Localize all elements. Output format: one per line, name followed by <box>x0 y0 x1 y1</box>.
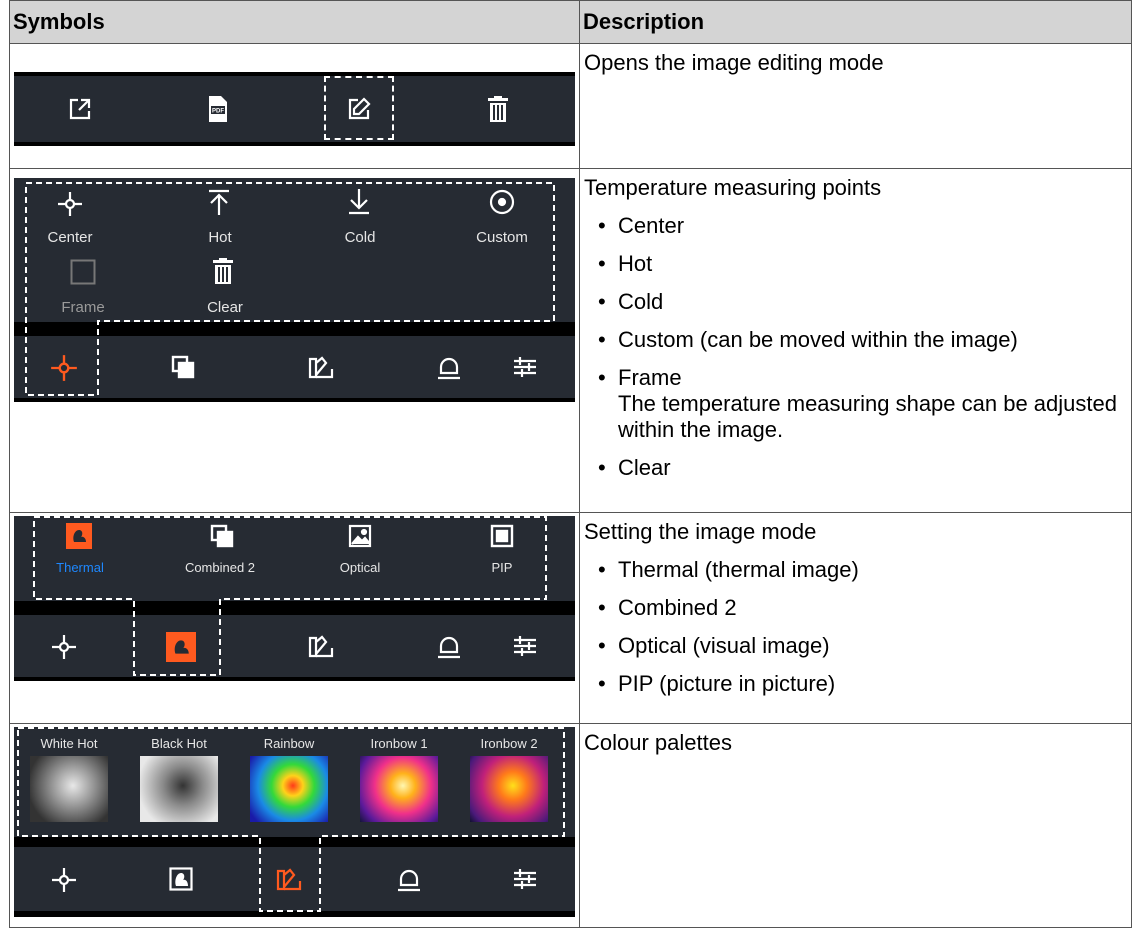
list-item: Center <box>584 213 1128 239</box>
row3-bullet-list: Thermal (thermal image) Combined 2 Optic… <box>584 557 1128 697</box>
list-item-frame: FrameThe temperature measuring shape can… <box>584 365 1128 443</box>
row4-description-text: Colour palettes <box>584 730 732 755</box>
alarm-icon[interactable] <box>392 862 426 896</box>
row1-symbols: PDF <box>9 43 580 169</box>
palette-icon[interactable] <box>304 629 338 663</box>
settings-sliders-icon[interactable] <box>508 350 542 384</box>
row2-symbols: Center Hot Cold Custom Frame Clear <box>9 168 580 513</box>
image-mode-highlight-outline <box>33 516 547 676</box>
row4-description: Colour palettes <box>579 723 1132 928</box>
symbols-table: Symbols Description PDF Opens the image … <box>9 0 1132 928</box>
row3-description: Setting the image mode Thermal (thermal … <box>579 512 1132 724</box>
list-item: Hot <box>584 251 1128 277</box>
header-symbols: Symbols <box>9 0 580 44</box>
image-mode-icon[interactable] <box>166 864 196 894</box>
alarm-icon[interactable] <box>432 629 466 663</box>
list-item: Cold <box>584 289 1128 315</box>
settings-sliders-icon[interactable] <box>508 629 542 663</box>
row2-description-text: Temperature measuring points <box>584 175 882 200</box>
row1-description-text: Opens the image editing mode <box>584 50 884 75</box>
measure-highlight-outline <box>25 182 555 396</box>
list-item: Combined 2 <box>584 595 1128 621</box>
svg-text:PDF: PDF <box>212 109 224 115</box>
measure-tool-icon-active[interactable] <box>46 350 82 386</box>
row3-description-text: Setting the image mode <box>584 519 817 544</box>
row2-description: Temperature measuring points Center Hot … <box>579 168 1132 513</box>
row3-symbols: Thermal Combined 2 Optical PIP <box>9 512 580 724</box>
edit-icon[interactable] <box>340 90 378 128</box>
delete-icon[interactable] <box>480 90 516 128</box>
pdf-icon[interactable]: PDF <box>200 89 236 129</box>
frame-bullet-text: Frame <box>618 365 682 390</box>
list-item: PIP (picture in picture) <box>584 671 1128 697</box>
row2-bullet-list: Center Hot Cold Custom (can be moved wit… <box>584 213 1128 481</box>
list-item: Thermal (thermal image) <box>584 557 1128 583</box>
alarm-icon[interactable] <box>432 350 466 384</box>
frame-note: The temperature measuring shape can be a… <box>618 391 1117 442</box>
measure-tool-icon[interactable] <box>46 629 82 665</box>
export-icon[interactable] <box>62 91 98 127</box>
image-mode-icon-active[interactable] <box>166 632 196 662</box>
list-item: Custom (can be moved within the image) <box>584 327 1128 353</box>
row1-description: Opens the image editing mode <box>579 43 1132 169</box>
image-mode-icon[interactable] <box>167 350 199 384</box>
row4-symbols: White Hot Black Hot Rainbow Ironbow 1 Ir… <box>9 723 580 928</box>
header-description: Description <box>579 0 1132 44</box>
list-item: Optical (visual image) <box>584 633 1128 659</box>
palette-icon[interactable] <box>304 350 338 384</box>
palette-icon-active[interactable] <box>272 862 306 896</box>
measure-tool-icon[interactable] <box>46 862 82 898</box>
settings-sliders-icon[interactable] <box>508 862 542 896</box>
list-item: Clear <box>584 455 1128 481</box>
